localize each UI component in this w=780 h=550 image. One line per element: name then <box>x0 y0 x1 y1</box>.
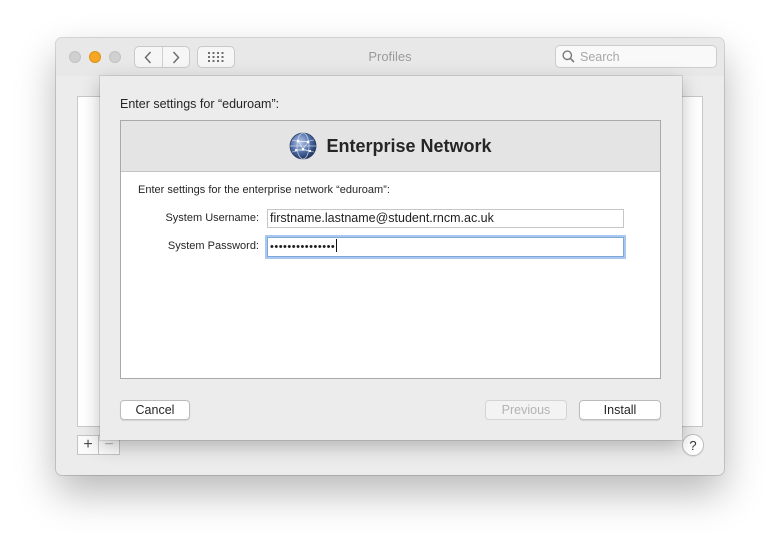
sheet-prompt: Enter settings for “eduroam”: <box>120 97 280 111</box>
cancel-button[interactable]: Cancel <box>120 400 190 420</box>
previous-button[interactable]: Previous <box>485 400 567 420</box>
install-button[interactable]: Install <box>579 400 661 420</box>
password-value: ••••••••••••••• <box>270 241 336 253</box>
panel-instruction: Enter settings for the enterprise networ… <box>138 184 390 196</box>
settings-sheet: Enter settings for “eduroam”: Enterprise… <box>100 76 682 440</box>
username-value: firstname.lastname@student.rncm.ac.uk <box>270 211 494 225</box>
username-label: System Username: <box>165 212 259 224</box>
search-placeholder: Search <box>580 50 620 64</box>
titlebar: Profiles Search <box>56 38 724 76</box>
panel-title: Enterprise Network <box>326 135 492 156</box>
text-caret <box>336 239 338 252</box>
panel-header: Enterprise Network <box>121 121 660 172</box>
username-field[interactable]: firstname.lastname@student.rncm.ac.uk <box>267 209 624 228</box>
search-field[interactable]: Search <box>555 45 717 68</box>
password-field[interactable]: ••••••••••••••• <box>267 237 624 257</box>
search-icon <box>562 50 575 63</box>
password-label: System Password: <box>167 240 259 252</box>
add-profile-button[interactable]: + <box>77 435 99 455</box>
network-globe-icon <box>290 132 317 160</box>
settings-panel: Enterprise Network Enter settings for th… <box>120 120 661 379</box>
help-button[interactable]: ? <box>682 434 704 456</box>
